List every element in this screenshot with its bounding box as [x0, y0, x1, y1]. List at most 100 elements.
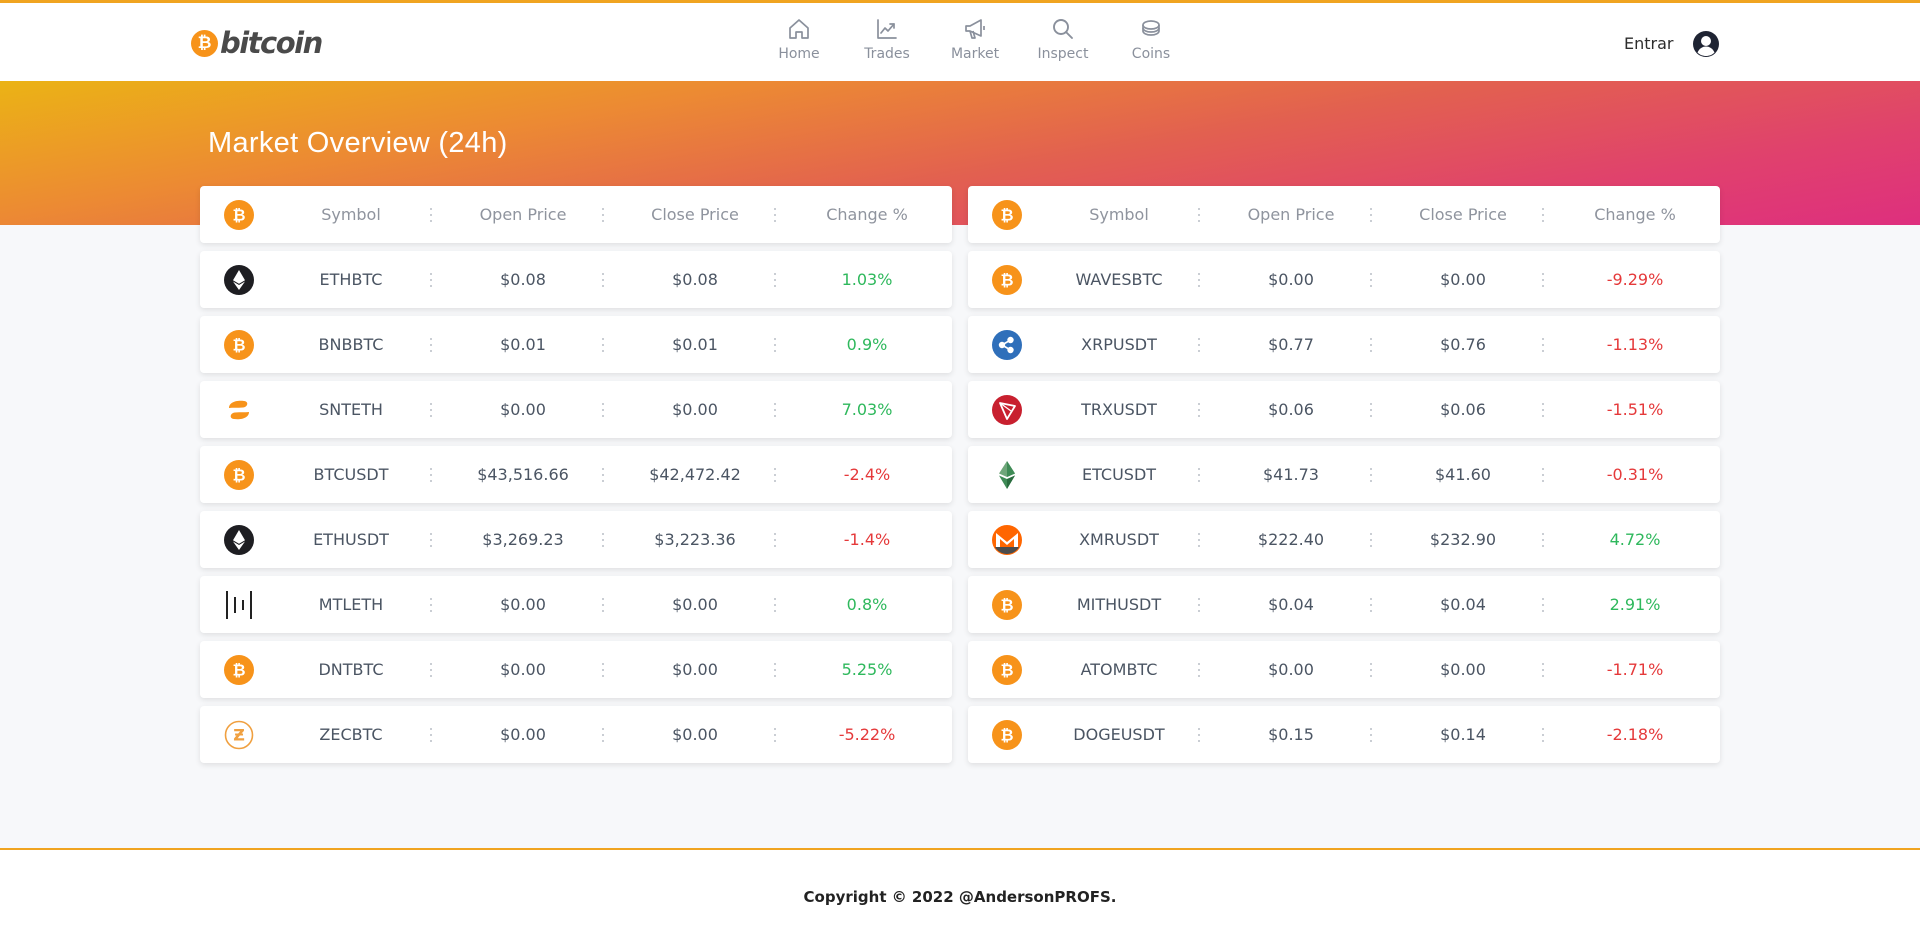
column-separator [1197, 273, 1200, 287]
column-separator [773, 598, 776, 612]
open-price-cell: $0.00 [500, 595, 546, 614]
column-separator [1369, 403, 1372, 417]
table-row[interactable]: ETHBTC $0.08 $0.08 1.03% [200, 251, 952, 308]
table-row[interactable]: TRXUSDT $0.06 $0.06 -1.51% [968, 381, 1720, 438]
table-row[interactable]: ETHUSDT $3,269.23 $3,223.36 -1.4% [200, 511, 952, 568]
ethereum-classic-icon [968, 446, 1046, 503]
column-header-symbol[interactable]: Symbol [1046, 186, 1192, 243]
open-price-cell: $0.15 [1268, 725, 1314, 744]
bitcoin-icon: ₿ [200, 446, 278, 503]
table-row[interactable]: ₿ DOGEUSDT $0.15 $0.14 -2.18% [968, 706, 1720, 763]
bitcoin-icon: ₿ [968, 706, 1046, 763]
column-header-close-price[interactable]: Close Price [622, 186, 768, 243]
table-row[interactable]: ₿ ATOMBTC $0.00 $0.00 -1.71% [968, 641, 1720, 698]
nav-item-inspect[interactable]: Inspect [1019, 17, 1107, 62]
change-cell: -2.4% [843, 465, 891, 484]
column-header-close-price[interactable]: Close Price [1390, 186, 1536, 243]
column-separator [429, 403, 432, 417]
open-price-cell: $0.00 [1268, 660, 1314, 679]
column-separator [1541, 468, 1544, 482]
change-cell: 5.25% [841, 660, 893, 679]
table-row[interactable]: Ƶ ZECBTC $0.00 $0.00 -5.22% [200, 706, 952, 763]
column-separator [429, 208, 432, 222]
bitcoin-icon: ₿ [968, 251, 1046, 308]
close-price-cell: $0.00 [672, 725, 718, 744]
close-price-cell: $0.00 [1440, 270, 1486, 289]
change-cell: -1.4% [843, 530, 891, 549]
column-separator [773, 338, 776, 352]
open-price-cell: $0.00 [500, 660, 546, 679]
close-price-cell: $0.01 [672, 335, 718, 354]
column-header-open-price[interactable]: Open Price [1218, 186, 1364, 243]
column-separator [1541, 403, 1544, 417]
column-separator [601, 403, 604, 417]
column-separator [1369, 533, 1372, 547]
svg-text:₿: ₿ [1000, 725, 1013, 744]
brand-logo[interactable]: ₿ bitcoin [191, 25, 323, 61]
nav-item-home[interactable]: Home [755, 17, 843, 62]
column-header-change[interactable]: Change % [1562, 186, 1708, 243]
open-price-cell: $0.00 [1268, 270, 1314, 289]
table-row[interactable]: ₿ BNBBTC $0.01 $0.01 0.9% [200, 316, 952, 373]
nav-label: Trades [864, 46, 910, 62]
open-price-cell: $0.04 [1268, 595, 1314, 614]
column-header-open-price[interactable]: Open Price [450, 186, 596, 243]
change-cell: -1.13% [1606, 335, 1664, 354]
column-separator [1369, 208, 1372, 222]
open-price-cell: $3,269.23 [482, 530, 564, 549]
brand-logo-text: bitcoin [220, 26, 323, 60]
symbol-cell: ETHBTC [319, 270, 383, 289]
symbol-cell: TRXUSDT [1081, 400, 1157, 419]
table-row[interactable]: ₿ BTCUSDT $43,516.66 $42,472.42 -2.4% [200, 446, 952, 503]
nav-item-market[interactable]: Market [931, 17, 1019, 62]
column-separator [601, 663, 604, 677]
column-separator [1197, 208, 1200, 222]
open-price-cell: $0.00 [500, 725, 546, 744]
table-row[interactable]: XRPUSDT $0.77 $0.76 -1.13% [968, 316, 1720, 373]
table-header-row: ₿ Symbol Open Price Close Price Change % [200, 186, 952, 243]
tron-icon [968, 381, 1046, 438]
table-row[interactable]: ₿ MITHUSDT $0.04 $0.04 2.91% [968, 576, 1720, 633]
change-cell: -1.51% [1606, 400, 1664, 419]
column-separator [601, 533, 604, 547]
table-row[interactable]: ETCUSDT $41.73 $41.60 -0.31% [968, 446, 1720, 503]
column-separator [1369, 598, 1372, 612]
open-price-cell: $0.06 [1268, 400, 1314, 419]
change-cell: -9.29% [1606, 270, 1664, 289]
column-separator [1541, 533, 1544, 547]
copyright-text: Copyright © 2022 @AndersonPROFS. [803, 888, 1117, 906]
column-separator [1541, 338, 1544, 352]
close-price-cell: $0.08 [672, 270, 718, 289]
nav-item-coins[interactable]: Coins [1107, 17, 1195, 62]
table-row[interactable]: SNTETH $0.00 $0.00 7.03% [200, 381, 952, 438]
login-link[interactable]: Entrar [1624, 34, 1673, 53]
column-header-change[interactable]: Change % [794, 186, 940, 243]
open-price-cell: $41.73 [1263, 465, 1319, 484]
table-row[interactable]: ₿ WAVESBTC $0.00 $0.00 -9.29% [968, 251, 1720, 308]
market-table-left: ₿ Symbol Open Price Close Price Change %… [200, 186, 952, 771]
change-cell: 4.72% [1609, 530, 1661, 549]
open-price-cell: $222.40 [1257, 530, 1325, 549]
change-cell: 0.9% [846, 335, 888, 354]
open-price-cell: $43,516.66 [477, 465, 569, 484]
svg-text:₿: ₿ [232, 205, 245, 224]
change-cell: -0.31% [1606, 465, 1664, 484]
close-price-cell: $0.14 [1440, 725, 1486, 744]
column-separator [1369, 273, 1372, 287]
table-row[interactable]: MTLETH $0.00 $0.00 0.8% [200, 576, 952, 633]
table-row[interactable]: ₿ DNTBTC $0.00 $0.00 5.25% [200, 641, 952, 698]
close-price-cell: $0.00 [672, 595, 718, 614]
column-separator [429, 663, 432, 677]
column-header-symbol[interactable]: Symbol [278, 186, 424, 243]
bitcoin-icon: ₿ [200, 641, 278, 698]
bitcoin-icon: ₿ [200, 186, 278, 243]
nav-item-trades[interactable]: Trades [843, 17, 931, 62]
change-cell: 0.8% [846, 595, 888, 614]
close-price-cell: $3,223.36 [654, 530, 736, 549]
user-circle-icon[interactable] [1692, 30, 1720, 58]
symbol-cell: XRPUSDT [1081, 335, 1157, 354]
close-price-cell: $0.04 [1440, 595, 1486, 614]
chart-line-icon [877, 19, 897, 39]
status-icon [200, 381, 278, 438]
table-row[interactable]: XMRUSDT $222.40 $232.90 4.72% [968, 511, 1720, 568]
